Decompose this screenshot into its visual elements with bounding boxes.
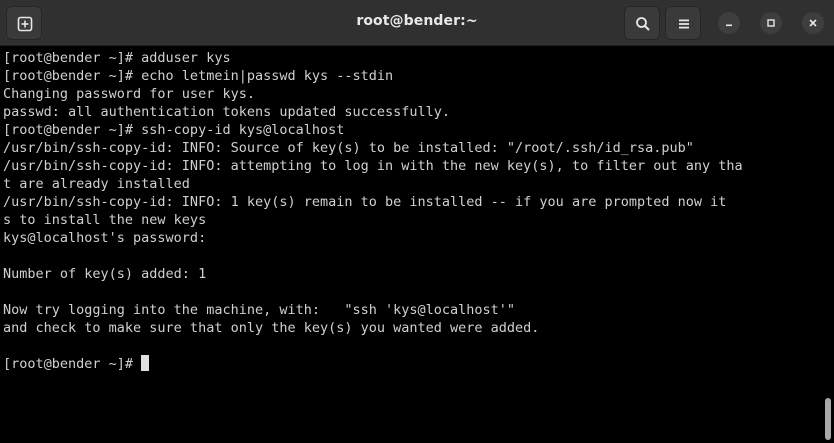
close-icon — [809, 19, 817, 27]
terminal-line: /usr/bin/ssh-copy-id: INFO: 1 key(s) rem… — [3, 194, 727, 210]
terminal-area[interactable]: [root@bender ~]# adduser kys [root@bender… — [0, 46, 834, 443]
window-title: root@bender:~ — [356, 13, 478, 29]
scrollbar-thumb[interactable] — [825, 398, 831, 440]
minimize-button[interactable] — [718, 12, 740, 34]
terminal-window: root@bender:~ [root@bender ~]# adduser k… — [0, 0, 834, 443]
scrollbar-track[interactable] — [823, 46, 834, 443]
shell-prompt: [root@bender ~]# — [3, 356, 142, 372]
terminal-line: s to install the new keys — [3, 212, 207, 228]
hamburger-menu-icon — [679, 19, 689, 29]
close-button[interactable] — [802, 12, 824, 34]
terminal-line: and check to make sure that only the key… — [3, 320, 540, 336]
terminal-line: Changing password for user kys. — [3, 86, 255, 102]
minimize-icon — [726, 24, 732, 27]
terminal-line: [root@bender ~]# echo letmein|passwd kys… — [3, 68, 394, 84]
terminal-line: /usr/bin/ssh-copy-id: INFO: Source of ke… — [3, 140, 694, 156]
terminal-line: [root@bender ~]# ssh-copy-id kys@localho… — [3, 122, 345, 138]
maximize-button[interactable] — [760, 12, 782, 34]
terminal-line: kys@localhost's password: — [3, 230, 215, 246]
text-cursor — [141, 355, 150, 371]
terminal-line: Now try logging into the machine, with: … — [3, 302, 516, 318]
terminal-line: [root@bender ~]# adduser kys — [3, 50, 231, 66]
title-bar: root@bender:~ — [0, 0, 834, 46]
prompt-line[interactable]: [root@bender ~]# — [3, 355, 818, 373]
terminal-output: [root@bender ~]# adduser kys [root@bender… — [3, 49, 818, 373]
terminal-line: /usr/bin/ssh-copy-id: INFO: attempting t… — [3, 158, 743, 174]
menu-button[interactable] — [665, 6, 701, 40]
terminal-line: Number of key(s) added: 1 — [3, 266, 207, 282]
maximize-icon — [767, 19, 775, 27]
search-icon — [636, 17, 650, 31]
terminal-line: t are already installed — [3, 176, 190, 192]
search-button[interactable] — [624, 6, 660, 40]
terminal-line: passwd: all authentication tokens update… — [3, 104, 451, 120]
